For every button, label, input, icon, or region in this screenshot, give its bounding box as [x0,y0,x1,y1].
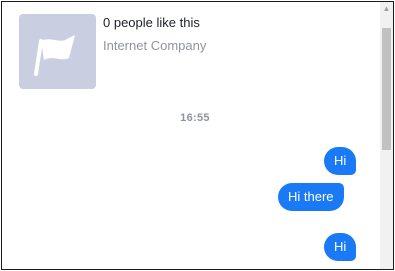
message-bubble: Hi [324,147,357,175]
page-likes-count: 0 people like this [103,15,200,30]
chat-window: 0 people like this Internet Company 16:5… [1,1,394,270]
scroll-thumb[interactable] [382,28,391,150]
message-timestamp: 16:55 [180,112,210,124]
message-bubble: Hi there [278,183,344,211]
scroll-up-arrow-icon[interactable]: ▲ [380,2,393,16]
flag-icon [34,35,75,76]
page-category: Internet Company [103,38,207,53]
page-avatar[interactable] [19,14,96,89]
scrollbar[interactable]: ▲ [380,2,393,269]
message-bubble: Hi [324,233,357,261]
